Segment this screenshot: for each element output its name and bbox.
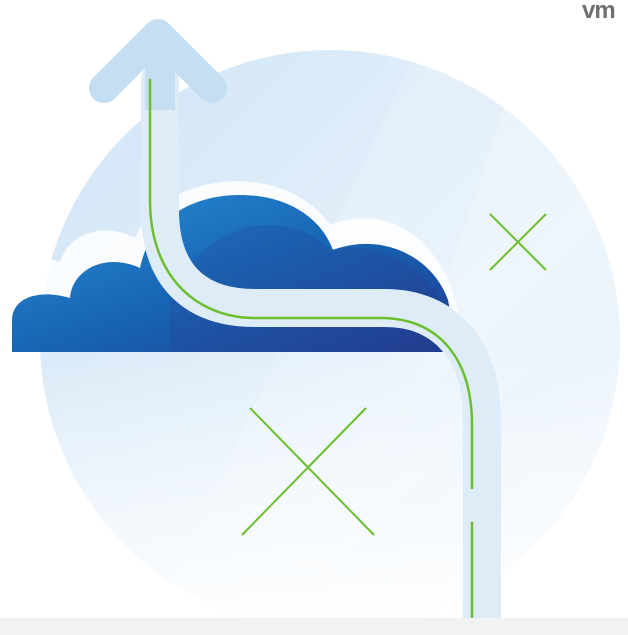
illustration-canvas: vm [0, 0, 628, 635]
cloud-migration-illustration [0, 19, 628, 635]
bottom-bar [0, 618, 628, 635]
vmware-logo: vm [582, 0, 616, 22]
